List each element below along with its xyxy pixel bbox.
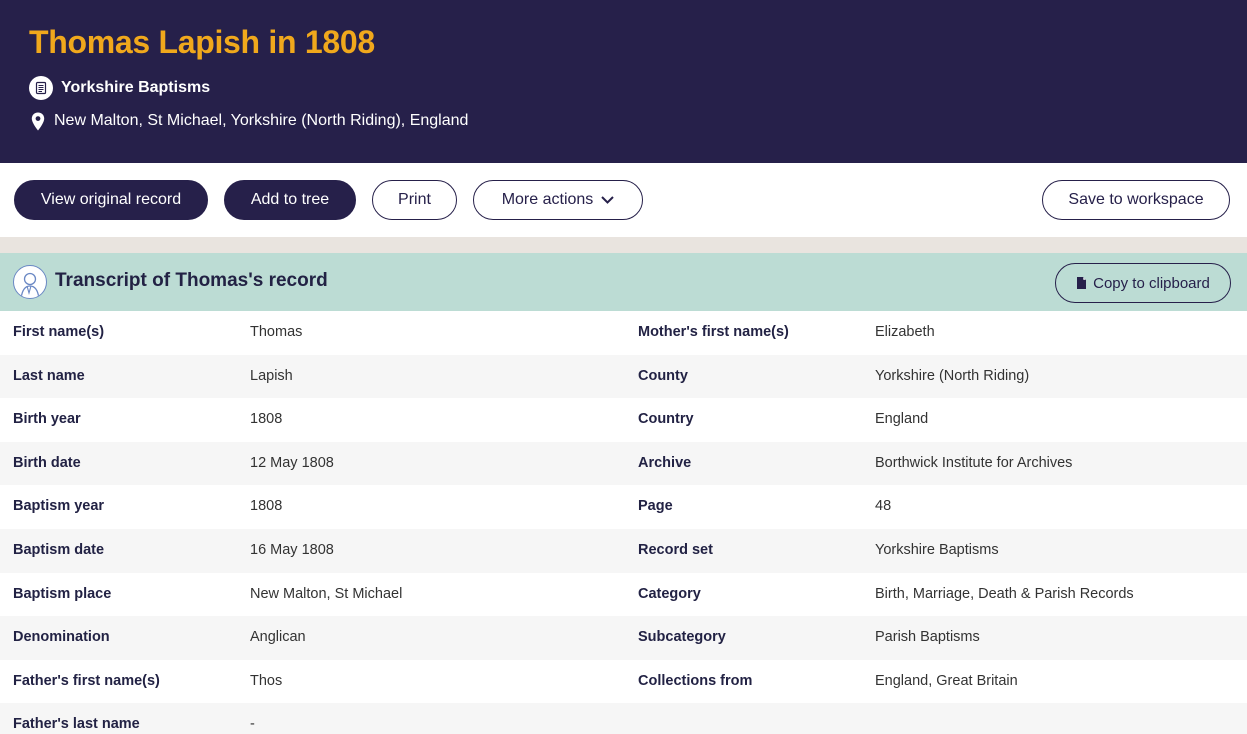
field-value: Birth, Marriage, Death & Parish Records: [875, 585, 1134, 602]
field-label: Collections from: [638, 672, 753, 689]
field-label: Birth date: [13, 454, 81, 471]
add-to-tree-button[interactable]: Add to tree: [224, 180, 356, 220]
field-label: Mother's first name(s): [638, 324, 789, 340]
field-value: New Malton, St Michael: [250, 585, 403, 602]
person-avatar-icon: [13, 265, 47, 299]
table-row: Birth year 1808 Country England: [0, 398, 1247, 442]
table-row: Baptism place New Malton, St Michael Cat…: [0, 573, 1247, 617]
print-button[interactable]: Print: [372, 180, 457, 220]
table-row: First name(s) Thomas Mother's first name…: [0, 311, 1247, 355]
collection-line: Yorkshire Baptisms: [29, 75, 210, 100]
field-label: Last name: [13, 367, 85, 384]
field-label: Baptism place: [13, 585, 112, 602]
field-value: 48: [875, 498, 892, 515]
field-label: Archive: [638, 454, 692, 471]
table-row: Father's first name(s) Thos Collections …: [0, 660, 1247, 704]
record-location: New Malton, St Michael, Yorkshire (North…: [54, 112, 469, 129]
field-label: Country: [638, 411, 694, 428]
record-header: Thomas Lapish in 1808 Yorkshire Baptisms…: [0, 0, 1247, 163]
save-to-workspace-button[interactable]: Save to workspace: [1042, 180, 1230, 220]
table-row: Father's last name -: [0, 703, 1247, 734]
table-row: Birth date 12 May 1808 Archive Borthwick…: [0, 441, 1247, 486]
field-label: Birth year: [13, 411, 81, 428]
field-value: 1808: [250, 411, 283, 428]
action-bar: View original record Add to tree Print M…: [0, 163, 1247, 237]
table-row: Baptism year 1808 Page 48: [0, 485, 1247, 529]
field-label: County: [638, 367, 688, 384]
field-label: Father's first name(s): [13, 672, 160, 689]
transcript-table: First name(s) Thomas Mother's first name…: [0, 311, 1247, 734]
copy-to-clipboard-button[interactable]: Copy to clipboard: [1055, 263, 1231, 303]
copy-label: Copy to clipboard: [1093, 274, 1210, 292]
view-original-record-button[interactable]: View original record: [14, 180, 208, 220]
more-actions-label: More actions: [501, 191, 594, 208]
transcript-title: Transcript of Thomas's record: [55, 270, 328, 291]
field-value: -: [250, 716, 255, 733]
table-row: Baptism date 16 May 1808 Record set York…: [0, 528, 1247, 573]
table-row: Denomination Anglican Subcategory Parish…: [0, 616, 1247, 660]
document-icon: [29, 75, 53, 100]
document-icon: [1076, 276, 1087, 290]
field-value: 12 May 1808: [250, 454, 334, 471]
chevron-down-icon: [601, 196, 615, 204]
field-value: Elizabeth: [875, 324, 935, 340]
page-title: Thomas Lapish in 1808: [29, 24, 375, 60]
field-value: Anglican: [250, 629, 306, 646]
field-value: 1808: [250, 498, 283, 515]
field-value: England: [875, 411, 929, 428]
field-value: Lapish: [250, 367, 293, 384]
field-label: Category: [638, 585, 701, 602]
field-label: Baptism date: [13, 541, 105, 558]
field-label: Record set: [638, 541, 713, 558]
field-label: First name(s): [13, 324, 105, 340]
field-value: Thos: [250, 672, 283, 689]
field-value: Parish Baptisms: [875, 629, 980, 646]
collection-name: Yorkshire Baptisms: [61, 78, 211, 96]
location-line: New Malton, St Michael, Yorkshire (North…: [31, 110, 468, 132]
field-value: Borthwick Institute for Archives: [875, 454, 1073, 471]
field-value: Yorkshire Baptisms: [875, 541, 999, 558]
field-label: Page: [638, 498, 673, 515]
field-value: England, Great Britain: [875, 672, 1018, 689]
field-value: 16 May 1808: [250, 541, 334, 558]
field-label: Denomination: [13, 629, 110, 646]
field-label: Subcategory: [638, 629, 726, 646]
field-label: Baptism year: [13, 498, 105, 515]
field-label: Father's last name: [13, 716, 140, 733]
field-value: Thomas: [250, 324, 303, 340]
transcript-header: Transcript of Thomas's record Copy to cl…: [0, 253, 1247, 311]
table-row: Last name Lapish County Yorkshire (North…: [0, 354, 1247, 399]
section-divider: [0, 237, 1247, 253]
more-actions-button[interactable]: More actions: [473, 180, 643, 220]
map-pin-icon: [31, 112, 45, 131]
field-value: Yorkshire (North Riding): [875, 367, 1030, 384]
